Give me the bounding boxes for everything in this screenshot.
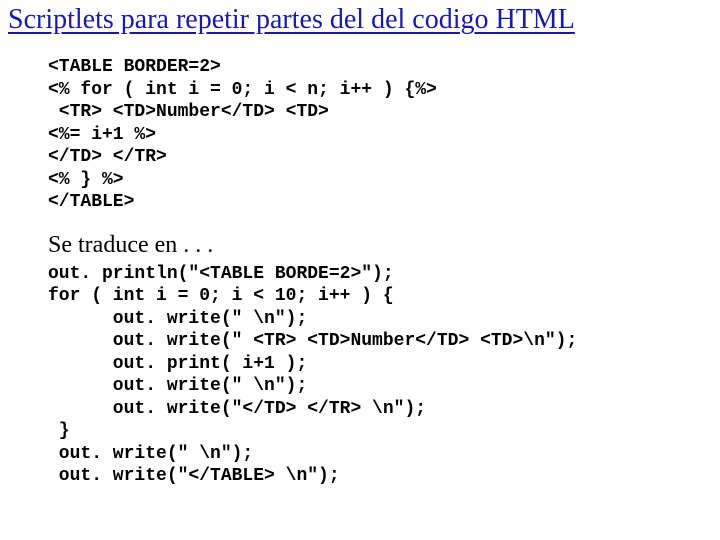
- jsp-code-block: <TABLE BORDER=2> <% for ( int i = 0; i <…: [48, 56, 712, 214]
- translation-subheading: Se traduce en . . .: [48, 232, 712, 259]
- slide-container: Scriptlets para repetir partes del del c…: [0, 0, 720, 488]
- slide-title: Scriptlets para repetir partes del del c…: [8, 4, 712, 36]
- java-code-block: out. println("<TABLE BORDE=2>"); for ( i…: [48, 263, 712, 488]
